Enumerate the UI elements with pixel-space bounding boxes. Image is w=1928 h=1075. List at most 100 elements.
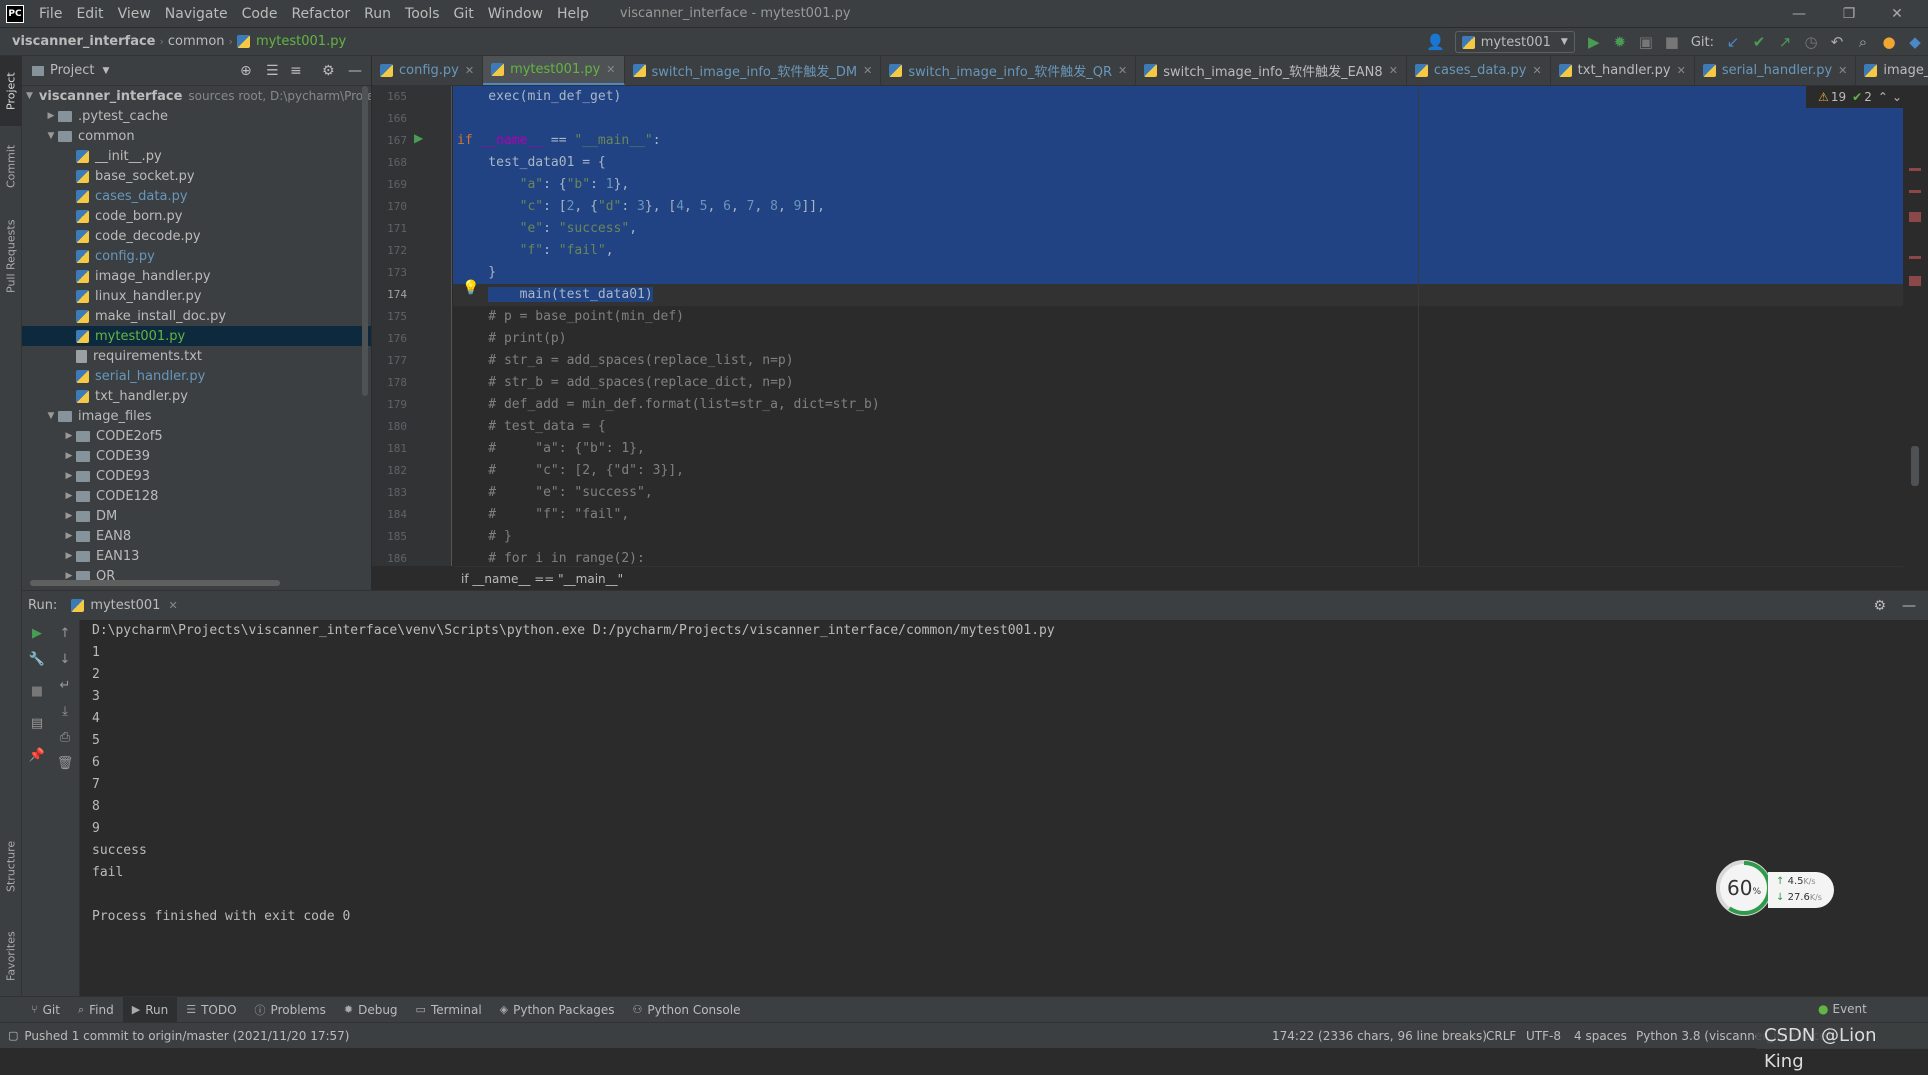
close-tab-icon[interactable]: ✕ xyxy=(1677,64,1686,77)
close-tab-icon[interactable]: ✕ xyxy=(168,599,177,612)
tree-item[interactable]: code_decode.py xyxy=(22,226,371,246)
inspection-widget[interactable]: ⚠ 19 ✔ 2 ⌃ ⌄ xyxy=(1806,86,1906,108)
menu-git[interactable]: Git xyxy=(447,0,481,28)
tool-tab-favorites[interactable]: Favorites xyxy=(0,916,22,996)
close-tab-icon[interactable]: ✕ xyxy=(1532,64,1541,77)
pin-icon[interactable]: 📌 xyxy=(26,744,48,766)
down-arrow-icon[interactable]: ↓ xyxy=(54,648,76,670)
editor-tab[interactable]: config.py ✕ xyxy=(372,56,484,85)
user-icon[interactable]: 👤 xyxy=(1423,29,1449,55)
tree-item[interactable]: serial_handler.py xyxy=(22,366,371,386)
editor-tab[interactable]: switch_image_info_软件触发_QR ✕ xyxy=(881,56,1137,85)
tool-tab-python-packages[interactable]: ◈ Python Packages xyxy=(491,997,624,1023)
search-icon[interactable]: ⌕ xyxy=(1850,29,1876,55)
tool-tab-project[interactable]: Project xyxy=(0,56,22,126)
run-console-output[interactable]: D:\pycharm\Projects\viscanner_interface\… xyxy=(80,620,1928,996)
file-encoding[interactable]: UTF-8 xyxy=(1526,1029,1561,1043)
close-tab-icon[interactable]: ✕ xyxy=(863,64,872,77)
editor-tab[interactable]: txt_handler.py ✕ xyxy=(1551,56,1695,85)
chevron-right-icon[interactable]: ▶ xyxy=(62,491,76,501)
tree-item[interactable]: ▶ EAN13 xyxy=(22,546,371,566)
up-arrow-icon[interactable]: ↑ xyxy=(54,622,76,644)
git-update-icon[interactable]: ↙ xyxy=(1720,29,1746,55)
update-icon[interactable]: ● xyxy=(1876,29,1902,55)
menu-file[interactable]: File xyxy=(32,0,69,28)
tool-tab-structure[interactable]: Structure xyxy=(0,826,22,906)
status-message[interactable]: Pushed 1 commit to origin/master (2021/1… xyxy=(24,1029,349,1043)
tree-item[interactable]: ▶ .pytest_cache xyxy=(22,106,371,126)
git-commit-icon[interactable]: ✔ xyxy=(1746,29,1772,55)
breadcrumb-folder[interactable]: common xyxy=(164,34,229,49)
caret-position[interactable]: 174:22 (2336 chars, 96 line breaks) xyxy=(1272,1029,1487,1043)
chevron-right-icon[interactable]: ▶ xyxy=(62,471,76,481)
minimize-icon[interactable]: — xyxy=(1776,0,1822,28)
vertical-scrollbar[interactable] xyxy=(362,86,368,396)
lightbulb-icon[interactable]: 💡 xyxy=(462,280,479,296)
run-gutter-icon[interactable]: ▶ xyxy=(414,131,423,145)
tool-tab-run[interactable]: ▶ Run xyxy=(122,996,178,1023)
breadcrumb-file[interactable]: mytest001.py xyxy=(252,34,350,49)
tree-item[interactable]: make_install_doc.py xyxy=(22,306,371,326)
tree-item[interactable]: mytest001.py xyxy=(22,326,371,346)
menu-tools[interactable]: Tools xyxy=(398,0,447,28)
close-tab-icon[interactable]: ✕ xyxy=(1118,64,1127,77)
warning-marker[interactable] xyxy=(1909,190,1921,193)
breadcrumb-project[interactable]: viscanner_interface xyxy=(0,34,160,49)
tree-item[interactable]: __init__.py xyxy=(22,146,371,166)
tool-tab-pull-requests[interactable]: Pull Requests xyxy=(0,206,22,306)
git-push-icon[interactable]: ↗ xyxy=(1772,29,1798,55)
horizontal-scrollbar[interactable] xyxy=(30,580,280,586)
line-separator[interactable]: CRLF xyxy=(1486,1029,1516,1043)
chevron-right-icon[interactable]: ▶ xyxy=(62,531,76,541)
indent-setting[interactable]: 4 spaces xyxy=(1574,1029,1627,1043)
close-tab-icon[interactable]: ✕ xyxy=(606,63,615,76)
warning-marker[interactable] xyxy=(1909,212,1921,222)
tree-root[interactable]: ▼ viscanner_interface sources root, D:\p… xyxy=(22,86,371,106)
editor-tab[interactable]: switch_image_info_软件触发_DM ✕ xyxy=(625,56,882,85)
code-editor[interactable]: exec(min_def_get) if __name__ == "__main… xyxy=(453,86,1903,566)
tool-tab-debug[interactable]: ✹ Debug xyxy=(335,997,407,1023)
rerun-icon[interactable]: ▶ xyxy=(26,622,48,644)
chevron-right-icon[interactable]: ▶ xyxy=(44,111,58,121)
restore-icon[interactable]: ❐ xyxy=(1826,0,1872,28)
menu-help[interactable]: Help xyxy=(550,0,596,28)
tree-item[interactable]: ▶ CODE2of5 xyxy=(22,426,371,446)
tree-item[interactable]: ▶ CODE39 xyxy=(22,446,371,466)
editor-tab[interactable]: serial_handler.py ✕ xyxy=(1695,56,1857,85)
tree-item[interactable]: linux_handler.py xyxy=(22,286,371,306)
wrench-icon[interactable]: 🔧 xyxy=(26,648,48,670)
tool-tab-find[interactable]: ⌕ Find xyxy=(69,997,123,1023)
layout-icon[interactable]: ▤ xyxy=(26,712,48,734)
gear-icon[interactable]: ⚙ xyxy=(322,63,335,79)
tool-tab-todo[interactable]: ☰ TODO xyxy=(177,997,245,1023)
print-icon[interactable]: ⎙ xyxy=(54,726,76,748)
tree-item[interactable]: base_socket.py xyxy=(22,166,371,186)
tree-item[interactable]: image_handler.py xyxy=(22,266,371,286)
tree-item[interactable]: config.py xyxy=(22,246,371,266)
scroll-to-end-icon[interactable]: ⤓ xyxy=(54,700,76,722)
locate-icon[interactable]: ⊕ xyxy=(240,63,252,79)
tree-item[interactable]: ▼ common xyxy=(22,126,371,146)
menu-navigate[interactable]: Navigate xyxy=(158,0,235,28)
chevron-right-icon[interactable]: ▶ xyxy=(62,451,76,461)
project-panel-title[interactable]: Project xyxy=(50,63,94,78)
error-stripe[interactable] xyxy=(1903,86,1928,590)
trash-icon[interactable]: 🗑 xyxy=(54,752,76,774)
debug-icon[interactable]: ✹ xyxy=(1607,29,1633,55)
editor-tab[interactable]: switch_image_info_软件触发_EAN8 ✕ xyxy=(1136,56,1407,85)
warning-marker[interactable] xyxy=(1909,276,1921,286)
event-log-tab[interactable]: ● Event xyxy=(1818,996,1867,1022)
chevron-down-icon[interactable]: ⌄ xyxy=(1892,90,1902,104)
chevron-right-icon[interactable]: ▶ xyxy=(62,551,76,561)
stop-icon[interactable]: ■ xyxy=(26,680,48,702)
status-square-icon[interactable]: ▢ xyxy=(8,1029,18,1042)
close-tab-icon[interactable]: ✕ xyxy=(1389,64,1398,77)
tree-item[interactable]: ▶ CODE128 xyxy=(22,486,371,506)
menu-code[interactable]: Code xyxy=(235,0,285,28)
gear-icon[interactable]: ⚙ xyxy=(1873,598,1886,614)
menu-refactor[interactable]: Refactor xyxy=(284,0,357,28)
expand-all-icon[interactable]: ☰ xyxy=(266,63,279,79)
hide-icon[interactable]: — xyxy=(1902,598,1916,614)
run-tab-mytest001[interactable]: mytest001 xyxy=(90,598,160,613)
menu-edit[interactable]: Edit xyxy=(69,0,110,28)
